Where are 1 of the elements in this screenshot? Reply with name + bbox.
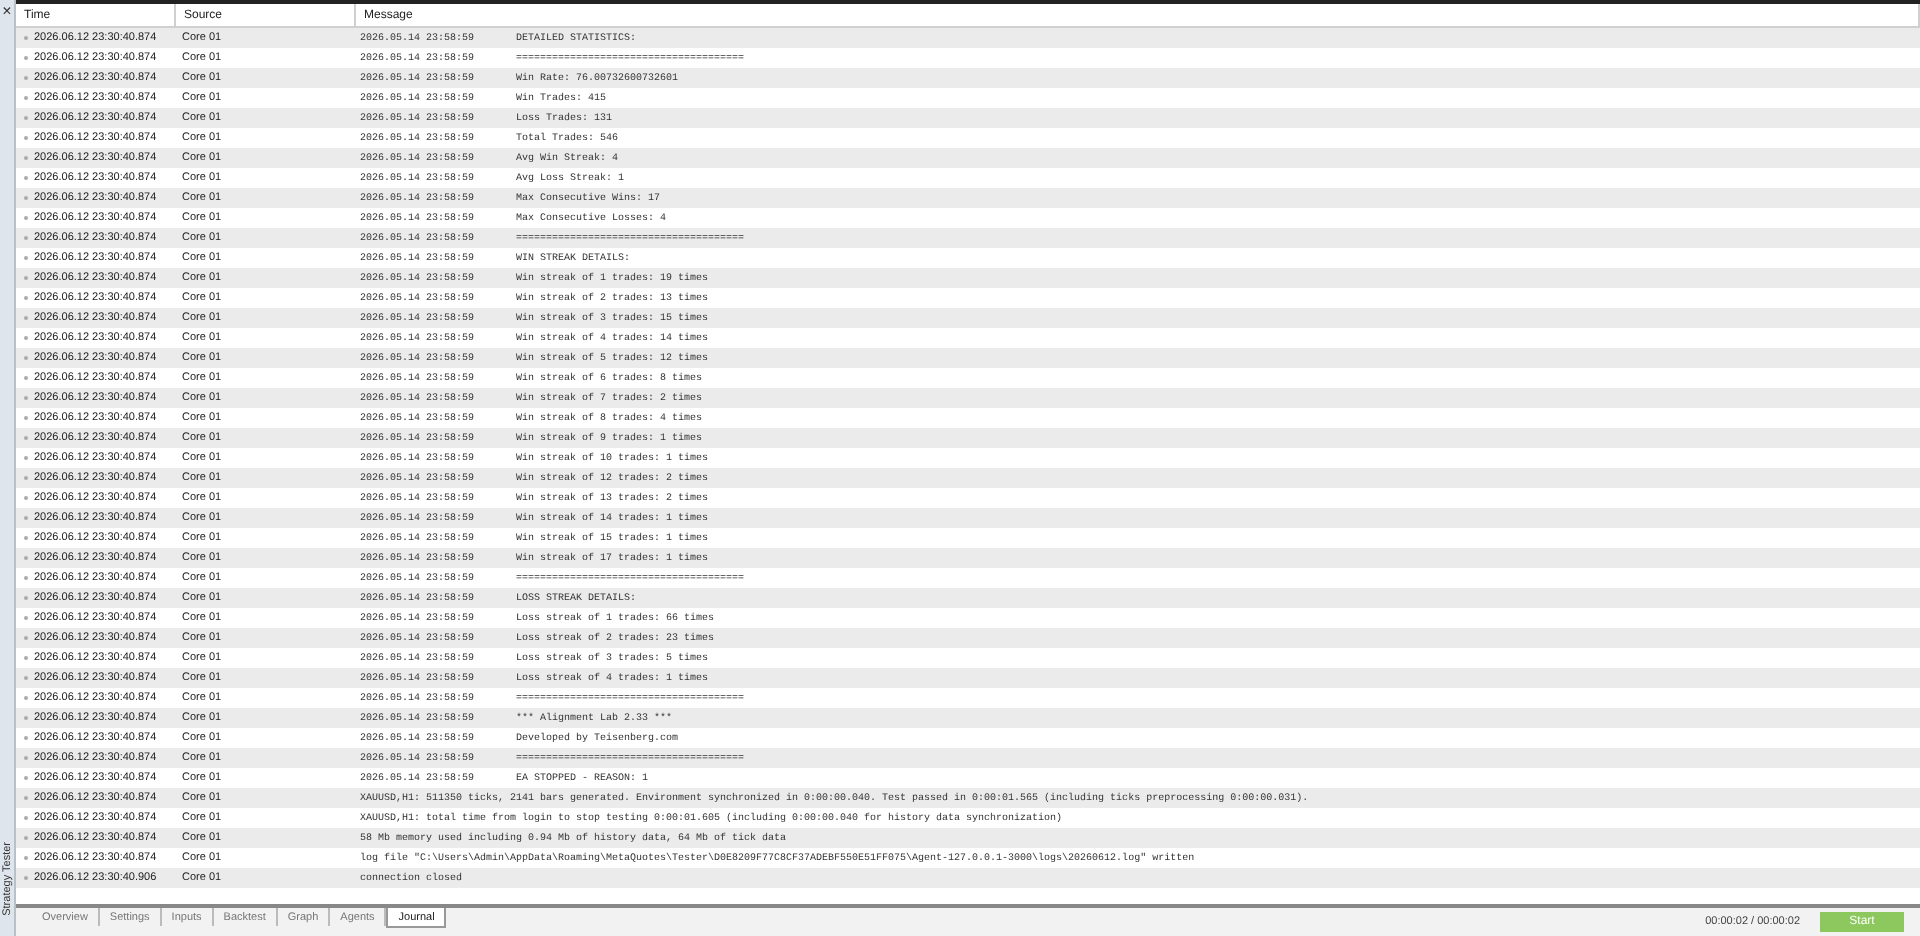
close-button[interactable]: × xyxy=(2,4,12,20)
